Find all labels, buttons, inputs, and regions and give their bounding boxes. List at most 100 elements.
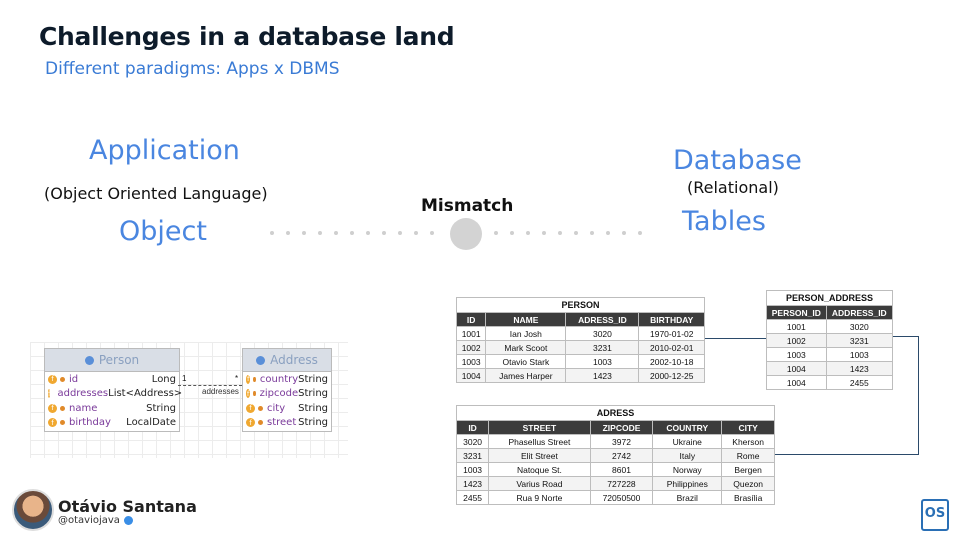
table-cell: Italy (652, 448, 723, 463)
table-cell: Phasellus Street (488, 434, 591, 449)
table-cell: Rua 9 Norte (488, 490, 591, 505)
table-cell: Philippines (652, 476, 723, 491)
table-cell: 1970-01-02 (638, 326, 705, 341)
connector-dot (510, 231, 514, 235)
table-header-row: PERSON_ID ADDRESS_ID (766, 305, 894, 320)
connector-dot (334, 231, 338, 235)
column-header: ID (455, 420, 490, 435)
visibility-icon (253, 376, 256, 382)
column-header: ADRESS_ID (565, 312, 640, 327)
tables-label: Tables (682, 206, 766, 237)
visibility-icon (258, 420, 263, 426)
field-icon: f (246, 418, 255, 428)
person-table: PERSON ID NAME ADRESS_ID BIRTHDAY 1001 Ian Jo… (455, 297, 705, 383)
mismatch-label: Mismatch (421, 196, 514, 216)
uml-field-row: f city String (243, 401, 331, 416)
table-cell: 1003 (825, 347, 894, 362)
table-row: 1001 3020 (766, 319, 894, 334)
uml-class-name: Address (270, 353, 318, 367)
table-cell: Varius Road (488, 476, 591, 491)
connector-dot (526, 231, 530, 235)
table-cell: 1002 (455, 340, 487, 355)
field-icon: f (246, 403, 255, 413)
table-row: 1004 1423 (766, 361, 894, 376)
connector-dot (606, 231, 610, 235)
mismatch-dot (450, 218, 482, 250)
field-name: city (267, 402, 286, 414)
connector-dot (350, 231, 354, 235)
adress-table: ADRESS ID STREET ZIPCODE COUNTRY CITY 3020 Pha… (455, 405, 775, 505)
field-type: String (298, 388, 328, 400)
visibility-icon (60, 405, 65, 411)
field-name: id (69, 373, 79, 385)
table-cell: 2000-12-25 (638, 368, 705, 383)
connector-dot (366, 231, 370, 235)
handle-text: @otaviojava (58, 515, 120, 526)
table-row: 2455 Rua 9 Norte 72050500 Brazil Brasília (455, 490, 775, 505)
uml-field-row: f zipcode String (243, 387, 331, 402)
table-cell: 8601 (589, 462, 654, 477)
relation-line-vertical (918, 336, 919, 454)
table-header-row: ID NAME ADRESS_ID BIRTHDAY (455, 312, 705, 327)
uml-field-row: f street String (243, 416, 331, 431)
database-sublabel: (Relational) (687, 178, 779, 197)
table-cell: 3231 (825, 333, 894, 348)
relation-line-person (705, 338, 766, 339)
table-cell: 3020 (825, 319, 894, 334)
column-header: PERSON_ID (766, 305, 827, 320)
relation-line-pa (893, 336, 918, 337)
table-row: 1002 3231 (766, 333, 894, 348)
field-icon: f (48, 374, 57, 384)
table-cell: Rome (721, 448, 775, 463)
connector-dot (638, 231, 642, 235)
uml-class-name: Person (98, 353, 140, 367)
field-type: String (298, 417, 328, 429)
slide-title: Challenges in a database land (39, 22, 455, 51)
table-cell: 3020 (455, 434, 490, 449)
field-type: String (146, 402, 176, 414)
table-caption: ADRESS (456, 405, 775, 420)
column-header: COUNTRY (652, 420, 723, 435)
uml-field-row: f id Long (45, 372, 179, 387)
table-cell: 1003 (565, 354, 640, 369)
table-cell: 3972 (589, 434, 654, 449)
application-sublabel: (Object Oriented Language) (44, 184, 268, 203)
uml-field-row: f name String (45, 401, 179, 416)
table-cell: Brazil (652, 490, 723, 505)
brand-logo: OS (921, 499, 949, 531)
table-cell: Bergen (721, 462, 775, 477)
table-row: 3020 Phasellus Street 3972 Ukraine Kherson (455, 434, 775, 449)
field-name: street (267, 417, 297, 429)
table-cell: 1003 (455, 462, 490, 477)
connector-dot (302, 231, 306, 235)
table-cell: 2010-02-01 (638, 340, 705, 355)
uml-diagram: Person f id Long f addresses List<Address> f na… (30, 342, 348, 458)
table-cell: 1004 (766, 375, 827, 390)
table-cell: Mark Scoot (485, 340, 567, 355)
column-header: STREET (488, 420, 591, 435)
table-cell: 1003 (766, 347, 827, 362)
connector-dot (318, 231, 322, 235)
uml-class-header: Address (243, 349, 331, 372)
uml-class-header: Person (45, 349, 179, 372)
uml-class-address: Address f country String f zipcode String f cit… (242, 348, 332, 432)
column-header: BIRTHDAY (638, 312, 705, 327)
field-type: Long (151, 373, 176, 385)
visibility-icon (253, 391, 256, 397)
table-cell: Norway (652, 462, 723, 477)
connector-dot (398, 231, 402, 235)
table-cell: Brasília (721, 490, 775, 505)
column-header: ADDRESS_ID (825, 305, 894, 320)
connector-dot (430, 231, 434, 235)
field-icon: f (48, 403, 57, 413)
relation-line-adress (775, 454, 919, 455)
author-handle: @otaviojava (58, 515, 133, 526)
table-row: 1003 Otavio Stark 1003 2002-10-18 (455, 354, 705, 369)
table-cell: Otavio Stark (485, 354, 567, 369)
table-cell: 727228 (589, 476, 654, 491)
connector-dot (382, 231, 386, 235)
field-type: List<Address> (108, 388, 183, 400)
class-icon (84, 355, 94, 365)
table-cell: 2455 (455, 490, 490, 505)
table-cell: 2742 (589, 448, 654, 463)
